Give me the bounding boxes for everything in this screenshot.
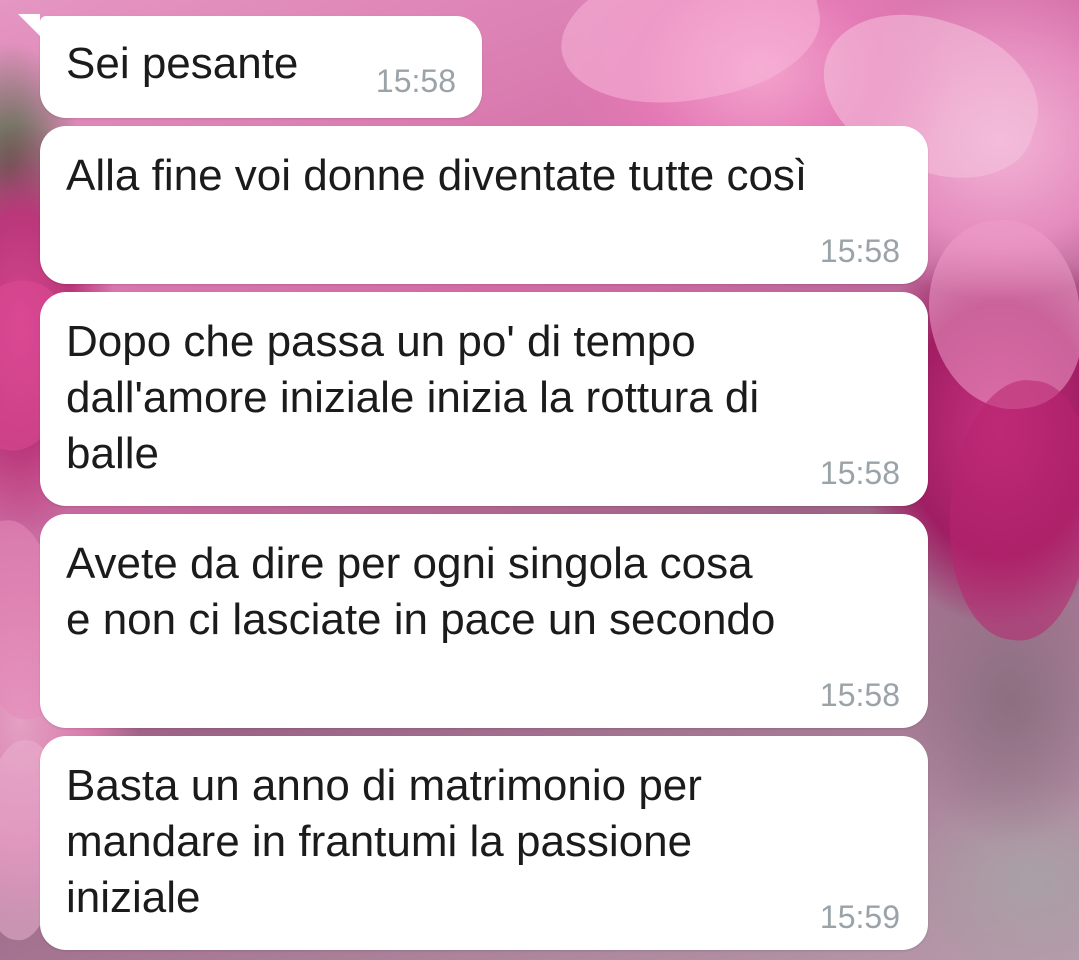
message-text: Alla fine voi donne diventate tutte così: [66, 151, 808, 200]
message-bubble[interactable]: Basta un anno di matrimonio per mandare …: [40, 736, 928, 950]
message-bubble[interactable]: Dopo che passa un po' di tempo dall'amor…: [40, 292, 928, 506]
message-timestamp: 15:58: [819, 677, 900, 713]
message-text: Avete da dire per ogni singola cosa e no…: [66, 539, 776, 644]
petal-decoration: [936, 373, 1079, 647]
message-timestamp: 15:58: [819, 233, 900, 269]
message-timestamp: 15:58: [375, 63, 456, 99]
message-bubble[interactable]: Sei pesante 15:58: [40, 16, 482, 118]
petal-decoration: [548, 0, 832, 126]
message-text: Basta un anno di matrimonio per mandare …: [66, 761, 702, 922]
message-bubble[interactable]: Alla fine voi donne diventate tutte così…: [40, 126, 928, 284]
message-text: Sei pesante: [66, 39, 299, 88]
message-text: Dopo che passa un po' di tempo dall'amor…: [66, 317, 760, 478]
message-bubble[interactable]: Avete da dire per ogni singola cosa e no…: [40, 514, 928, 728]
message-timestamp: 15:58: [819, 455, 900, 491]
bubble-tail: [18, 14, 40, 36]
message-timestamp: 15:59: [819, 899, 900, 935]
